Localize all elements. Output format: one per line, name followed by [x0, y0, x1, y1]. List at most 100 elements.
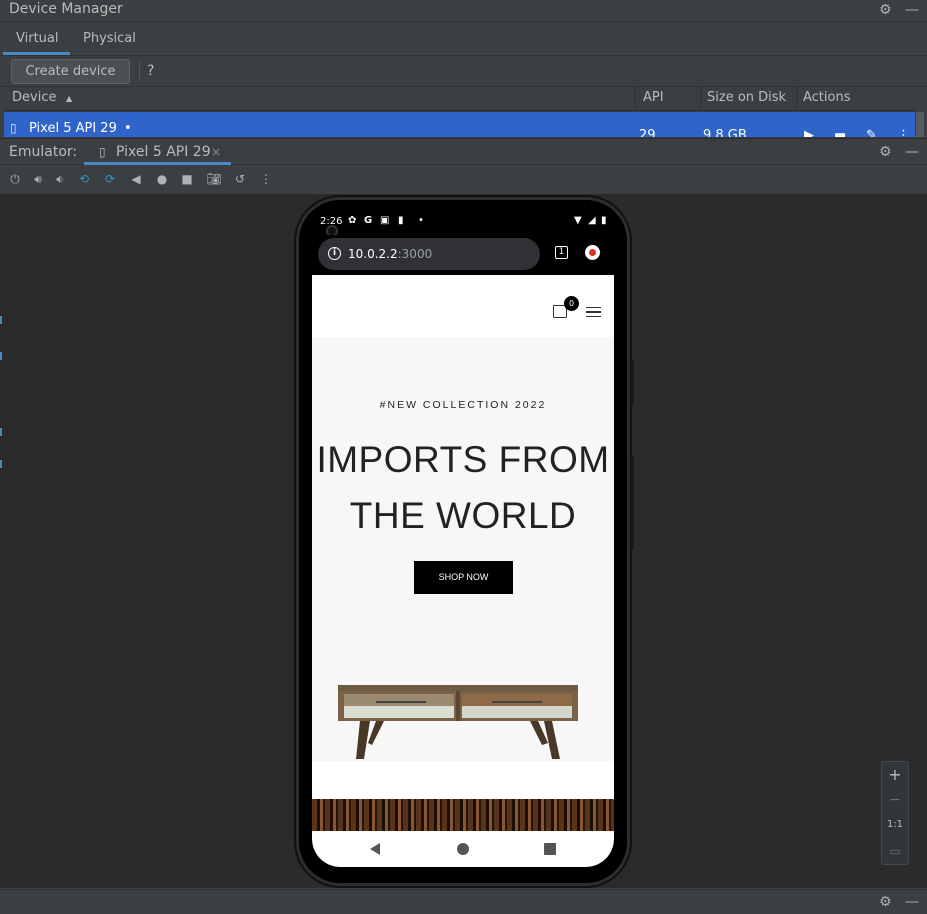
gallery-status-icon: ▣: [380, 215, 390, 226]
info-icon[interactable]: i: [328, 247, 341, 260]
gear-icon[interactable]: ⚙: [879, 2, 892, 18]
android-status-bar: 2:26 ✿ G ▣ ▮ • ▼ ◢ ▮: [312, 207, 614, 237]
tab-virtual[interactable]: Virtual: [16, 31, 58, 46]
android-nav-bar: [312, 831, 614, 867]
zoom-controls: + − 1:1 ▭: [881, 761, 909, 865]
google-status-icon: G: [364, 215, 373, 226]
coffee-table-image: [338, 685, 578, 759]
camera-icon[interactable]: 📷︎: [206, 172, 222, 186]
launch-icon[interactable]: ▶: [804, 128, 814, 137]
shop-now-button[interactable]: SHOP NOW: [414, 561, 513, 594]
zoom-in-button[interactable]: +: [882, 765, 908, 784]
table-scrollbar[interactable]: [916, 112, 924, 137]
tab-switcher-button[interactable]: 1: [555, 246, 568, 259]
nav-back-icon[interactable]: [370, 843, 380, 855]
hero-tagline: #NEW COLLECTION 2022: [379, 399, 547, 411]
gutter-marker: [0, 316, 2, 324]
phone-icon: ▯: [99, 145, 106, 159]
cart-count-badge: 0: [564, 296, 579, 311]
address-bar[interactable]: i 10.0.2.2:3000: [318, 238, 540, 270]
device-manager-header: Device Manager ⚙ —: [0, 0, 927, 22]
gutter-marker: [0, 460, 2, 468]
zoom-one-to-one-button[interactable]: 1:1: [882, 819, 908, 830]
phone-screen: 2:26 ✿ G ▣ ▮ • ▼ ◢ ▮ i 10.0.2.2:3000 1 0…: [312, 207, 614, 867]
rotate-left-icon[interactable]: ⟲: [76, 172, 92, 186]
sd-card-status-icon: ▮: [398, 215, 404, 226]
home-icon[interactable]: ●: [154, 172, 170, 186]
device-manager-title: Device Manager: [9, 1, 123, 17]
tab-physical[interactable]: Physical: [83, 31, 136, 46]
notification-dot-icon: •: [418, 215, 424, 226]
volume-down-icon[interactable]: 🔉︎: [52, 172, 68, 186]
profile-icon[interactable]: [585, 245, 600, 260]
emulator-label: Emulator:: [9, 144, 78, 160]
wood-slat-banner: [312, 799, 614, 831]
emulator-header: Emulator: ▯ Pixel 5 API 29 × ⚙ —: [0, 138, 927, 165]
edit-icon[interactable]: ✎: [866, 128, 877, 137]
device-name-cell: Pixel 5 API 29: [29, 121, 117, 136]
active-tab-indicator: [84, 162, 231, 165]
power-icon[interactable]: ⏻: [7, 172, 23, 186]
hero-title-line2: THE WORLD: [349, 495, 577, 536]
snapshot-icon[interactable]: ↺: [232, 172, 248, 186]
column-divider: [700, 87, 701, 111]
hamburger-menu-icon[interactable]: [586, 307, 601, 317]
gutter-marker: [0, 428, 2, 436]
table-row[interactable]: ▯ Pixel 5 API 29 • 29 9.8 GB ▶ ▬ ✎ ⋮: [4, 112, 915, 137]
battery-icon: ▮: [601, 215, 607, 226]
sort-ascending-icon: ▲: [66, 94, 73, 103]
browser-toolbar: i 10.0.2.2:3000 1: [312, 235, 614, 275]
settings-status-icon: ✿: [348, 215, 357, 226]
size-cell: 9.8 GB: [703, 128, 747, 137]
close-icon[interactable]: ×: [211, 145, 221, 159]
column-size[interactable]: Size on Disk: [707, 90, 786, 105]
gutter-marker: [0, 352, 2, 360]
gear-icon[interactable]: ⚙: [879, 894, 892, 910]
device-manager-toolbar: Create device ?: [0, 56, 927, 87]
api-cell: 29: [639, 128, 656, 137]
phone-icon: ▯: [10, 121, 17, 135]
nav-home-icon[interactable]: [457, 843, 469, 855]
zoom-out-button[interactable]: −: [882, 792, 908, 808]
column-divider: [635, 87, 636, 111]
running-dot-icon: •: [124, 121, 132, 136]
fit-screen-icon[interactable]: ▭: [882, 844, 908, 858]
active-tab-indicator: [3, 52, 70, 55]
site-header: 0: [312, 275, 614, 337]
folder-icon[interactable]: ▬: [834, 128, 846, 137]
web-page: 0 #NEW COLLECTION 2022 IMPORTS FROM THE …: [312, 275, 614, 831]
minimize-icon[interactable]: —: [905, 144, 919, 160]
minimize-icon[interactable]: —: [905, 894, 919, 910]
help-button[interactable]: ?: [147, 63, 154, 79]
device-table-header: Device ▲ API Size on Disk Actions: [4, 87, 916, 111]
emulator-toolbar: ⏻ 🔊︎ 🔉︎ ⟲ ⟳ ◀ ● ■ 📷︎ ↺ ⋮: [0, 166, 927, 194]
device-type-tabs: Virtual Physical: [0, 23, 927, 56]
hero-title-line1: IMPORTS FROM: [316, 439, 610, 480]
volume-up-icon[interactable]: 🔊︎: [30, 172, 46, 186]
more-icon[interactable]: ⋮: [258, 172, 274, 186]
power-side-button[interactable]: [631, 360, 634, 405]
toolbar-divider: [139, 62, 140, 81]
bottom-panel-header: ⚙ —: [0, 889, 927, 914]
column-actions[interactable]: Actions: [803, 90, 851, 105]
wifi-icon: ▼: [574, 215, 582, 226]
url-port: :3000: [397, 247, 433, 261]
gear-icon[interactable]: ⚙: [879, 144, 892, 160]
rotate-right-icon[interactable]: ⟳: [102, 172, 118, 186]
volume-side-button[interactable]: [631, 455, 634, 550]
create-device-button[interactable]: Create device: [11, 59, 130, 84]
hero-banner: #NEW COLLECTION 2022 IMPORTS FROM THE WO…: [312, 337, 614, 761]
back-icon[interactable]: ◀: [128, 172, 144, 186]
overview-icon[interactable]: ■: [179, 172, 195, 186]
column-api[interactable]: API: [643, 90, 664, 105]
nav-recents-icon[interactable]: [544, 843, 556, 855]
url-text: 10.0.2.2:3000: [348, 247, 432, 261]
hero-title: IMPORTS FROM THE WORLD: [312, 432, 614, 544]
more-actions-icon[interactable]: ⋮: [897, 128, 910, 137]
emulator-device-tab[interactable]: Pixel 5 API 29: [116, 144, 211, 160]
minimize-icon[interactable]: —: [905, 2, 919, 18]
column-device[interactable]: Device: [12, 90, 56, 105]
signal-icon: ◢: [588, 215, 596, 226]
url-host: 10.0.2.2: [348, 247, 398, 261]
column-divider: [796, 87, 797, 111]
